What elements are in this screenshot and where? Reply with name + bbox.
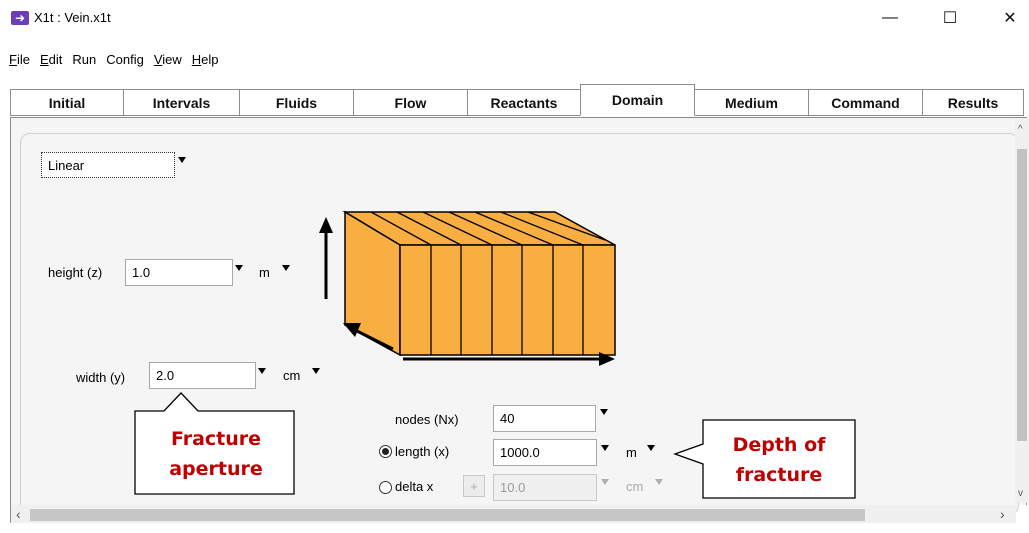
chevron-down-icon[interactable] xyxy=(600,409,608,415)
tab-fluids[interactable]: Fluids xyxy=(239,89,354,116)
window-title: X1t : Vein.x1t xyxy=(34,10,111,25)
height-input[interactable]: 1.0 xyxy=(125,259,233,286)
minimize-button[interactable]: — xyxy=(870,6,910,30)
aperture-callout-line-2: aperture xyxy=(169,458,263,480)
chevron-down-icon xyxy=(601,479,609,485)
menu-file[interactable]: File xyxy=(9,52,30,72)
horizontal-scroll-thumb[interactable] xyxy=(30,509,865,521)
delta-x-label: delta x xyxy=(395,479,434,494)
width-label: width (y) xyxy=(76,370,126,385)
chevron-left-icon[interactable]: ‹ xyxy=(16,506,21,522)
height-unit[interactable]: m xyxy=(259,265,270,280)
tab-domain[interactable]: Domain xyxy=(580,84,695,116)
length-radio[interactable] xyxy=(379,445,392,458)
menu-bar: File Edit Run Config View Help xyxy=(0,52,221,72)
aperture-callout: Fracture aperture xyxy=(136,424,296,484)
aperture-callout-line-1: Fracture xyxy=(170,428,262,450)
width-unit[interactable]: cm xyxy=(283,368,300,383)
delta-x-plus-button[interactable]: + xyxy=(463,475,485,497)
depth-callout: Depth of fracture xyxy=(703,430,855,490)
chevron-down-icon xyxy=(655,479,663,485)
chevron-right-icon[interactable]: › xyxy=(1000,506,1005,522)
length-label: length (x) xyxy=(395,444,450,459)
tab-initial[interactable]: Initial xyxy=(10,89,124,116)
delta-x-radio[interactable] xyxy=(379,481,392,494)
tab-command[interactable]: Command xyxy=(808,89,923,116)
chevron-down-icon[interactable] xyxy=(282,265,290,271)
delta-x-unit: cm xyxy=(626,479,644,494)
arrow-right-icon: ➜ xyxy=(11,11,29,25)
domain-illustration xyxy=(319,210,616,366)
delta-x-input[interactable]: 10.0 xyxy=(493,474,597,501)
tab-intervals[interactable]: Intervals xyxy=(123,89,240,116)
chevron-down-icon[interactable] xyxy=(647,445,655,451)
vertical-scroll-thumb[interactable] xyxy=(1017,149,1027,441)
tab-medium[interactable]: Medium xyxy=(694,89,809,116)
maximize-button[interactable]: ☐ xyxy=(930,6,970,30)
chevron-down-icon[interactable] xyxy=(235,265,243,271)
nodes-input[interactable]: 40 xyxy=(493,405,596,432)
chevron-down-icon[interactable]: v xyxy=(1018,488,1023,499)
chevron-up-icon[interactable]: ^ xyxy=(1018,124,1023,135)
close-button[interactable]: ✕ xyxy=(990,6,1029,30)
height-arrowhead xyxy=(319,217,333,233)
menu-view[interactable]: View xyxy=(154,52,182,72)
depth-callout-line-1: Depth of xyxy=(732,434,826,456)
chevron-down-icon[interactable] xyxy=(601,445,609,451)
chevron-down-icon[interactable] xyxy=(258,368,266,374)
depth-callout-line-2: fracture xyxy=(735,464,823,486)
tab-bar: Initial Intervals Fluids Flow Reactants … xyxy=(10,84,1024,117)
height-label: height (z) xyxy=(48,265,103,280)
geometry-value: Linear xyxy=(48,157,85,173)
width-input[interactable]: 2.0 xyxy=(149,362,256,389)
length-input[interactable]: 1000.0 xyxy=(493,439,597,466)
menu-help[interactable]: Help xyxy=(192,52,219,72)
nodes-label: nodes (Nx) xyxy=(395,412,459,427)
geometry-select[interactable]: Linear xyxy=(41,152,175,178)
tab-flow[interactable]: Flow xyxy=(353,89,468,116)
menu-config[interactable]: Config xyxy=(106,52,144,72)
menu-run[interactable]: Run xyxy=(72,52,96,72)
tab-reactants[interactable]: Reactants xyxy=(467,89,581,116)
length-unit[interactable]: m xyxy=(626,445,637,460)
chevron-down-icon[interactable] xyxy=(178,157,186,163)
menu-edit[interactable]: Edit xyxy=(40,52,62,72)
tab-results[interactable]: Results xyxy=(922,89,1024,116)
